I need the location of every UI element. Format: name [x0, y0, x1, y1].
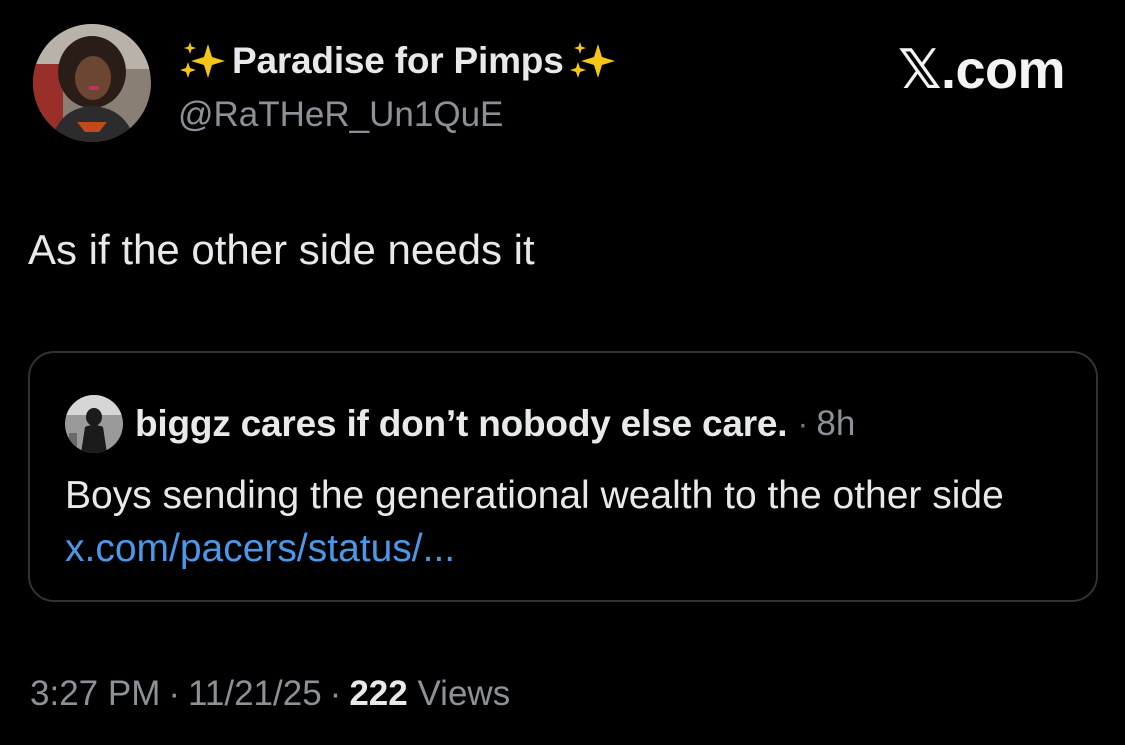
tweet-time[interactable]: 3:27 PM	[30, 674, 160, 713]
quoted-separator: ·	[797, 405, 809, 442]
meta-separator: ·	[329, 674, 342, 713]
views-count[interactable]: 222	[349, 674, 407, 713]
author-avatar[interactable]	[33, 24, 151, 142]
avatar-image	[33, 24, 151, 142]
x-logo-brand: 𝕏.com	[897, 38, 1066, 101]
brand-suffix: .com	[940, 40, 1066, 100]
meta-separator: ·	[168, 674, 181, 713]
quoted-timestamp[interactable]: 8h	[816, 404, 855, 444]
x-icon: 𝕏	[897, 38, 942, 101]
display-name-text: Paradise for Pimps	[232, 40, 564, 81]
quoted-text-body: Boys sending the generational wealth to …	[65, 474, 1004, 517]
sparkles-icon	[568, 40, 618, 82]
quoted-author-name[interactable]: biggz cares if don’t nobody else care.	[135, 403, 788, 445]
quoted-tweet-card[interactable]: biggz cares if don’t nobody else care. ·…	[28, 351, 1098, 602]
tweet-text: As if the other side needs it	[28, 226, 535, 273]
quoted-tweet-header: biggz cares if don’t nobody else care. ·…	[65, 395, 855, 453]
tweet-meta: 3:27 PM · 11/21/25 · 222 Views	[30, 674, 510, 714]
author-handle[interactable]: @RaTHeR_Un1QuE	[178, 95, 503, 135]
tweet-date[interactable]: 11/21/25	[188, 674, 322, 713]
quoted-author-avatar[interactable]	[65, 395, 123, 453]
tweet-screenshot: Paradise for Pimps @RaTHeR_Un1QuE 𝕏.com …	[0, 0, 1125, 745]
author-display-name[interactable]: Paradise for Pimps	[178, 40, 618, 82]
views-label: Views	[417, 674, 511, 713]
quoted-tweet-text: Boys sending the generational wealth to …	[65, 469, 1075, 575]
sparkles-icon	[178, 40, 228, 82]
quoted-status-link[interactable]: x.com/pacers/status/...	[65, 527, 455, 570]
quoted-avatar-image	[65, 395, 123, 453]
